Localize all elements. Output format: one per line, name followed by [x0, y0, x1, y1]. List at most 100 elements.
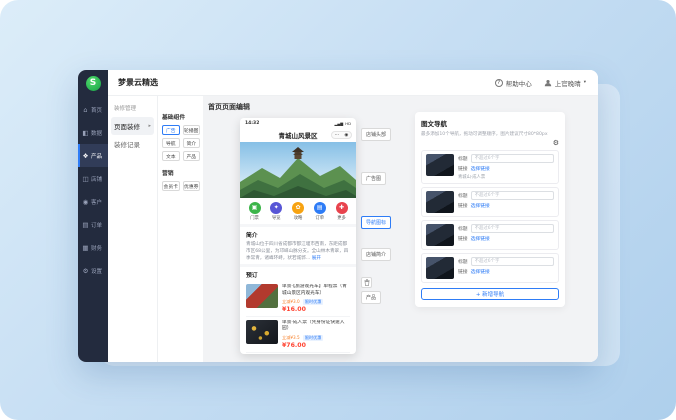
gear-icon: ⚙ — [82, 267, 89, 275]
handle-products[interactable]: 产品 — [361, 291, 381, 304]
intro-section: 简介 青城山位于四川省成都市都江堰市西南，东距成都市区68公里，为邛崃山脉分支。… — [240, 224, 356, 264]
component-button-ad[interactable]: 广告 — [162, 125, 180, 135]
status-time: 14:32 — [245, 121, 259, 126]
nav-item-editor-card: 标题 链接 选择链接 — [421, 253, 559, 283]
sidebar-item-label: 首页 — [91, 106, 102, 114]
delete-section-button[interactable] — [361, 277, 372, 288]
product-price: ¥76.00 — [282, 342, 350, 349]
handle-shop-intro[interactable]: 店铺简介 — [361, 248, 391, 261]
order-icon: ▤ — [82, 221, 89, 229]
component-button-intro[interactable]: 简介 — [183, 138, 201, 148]
nav-title-input[interactable] — [471, 257, 554, 266]
compass-icon: ✦ — [270, 202, 282, 214]
nav-editor-heading: 图文导航 — [421, 118, 559, 128]
sidebar-item-home[interactable]: ⌂ 首页 — [78, 98, 108, 121]
booking-heading: 预订 — [246, 270, 350, 279]
ticket-icon: ▣ — [249, 202, 261, 214]
component-button-text[interactable]: 文本 — [162, 151, 180, 161]
product-title: 单景·成人票（凭身份证快速入园） — [282, 320, 350, 333]
handle-nav-icons[interactable]: 导航图标 — [361, 216, 391, 229]
product-card[interactable]: 单景·【旅游观光车】单程票（青城山景区内观光车） 立减¥3.0 限时优惠 ¥16… — [246, 281, 350, 317]
sidebar-item-label: 设置 — [91, 267, 102, 275]
mountain-illustration — [240, 142, 356, 198]
user-menu[interactable]: 上官晚晴 ▾ — [544, 78, 586, 88]
intro-heading: 简介 — [246, 230, 350, 239]
nav-title-input[interactable] — [471, 154, 554, 163]
nav-item-label: 攻略 — [294, 215, 303, 221]
chevron-down-icon: ▾ — [584, 80, 586, 85]
nav-item-guide[interactable]: ✦ 导览 — [268, 202, 285, 221]
chart-icon: ◧ — [82, 129, 89, 137]
component-button-coupon[interactable]: 优惠券 — [183, 181, 201, 191]
nav-editor-description: 最多添加10个导航，拖动可调整顺序，图片建议尺寸80*80px — [421, 131, 559, 137]
title-label: 标题 — [458, 192, 468, 199]
component-button-product[interactable]: 产品 — [183, 151, 201, 161]
discount-tag: 立减¥3.5 — [282, 335, 300, 341]
sidebar-item-label: 数据 — [91, 129, 102, 137]
sidebar-item-data[interactable]: ◧ 数据 — [78, 121, 108, 144]
hero-banner-image[interactable] — [240, 142, 356, 198]
component-button-membercard[interactable]: 会员卡 — [162, 181, 180, 191]
nav-title-input[interactable] — [471, 191, 554, 200]
sidebar-item-shop[interactable]: ◫ 店铺 — [78, 167, 108, 190]
page-title: 首页页面编辑 — [208, 102, 250, 112]
nav-item-thumbnail[interactable] — [426, 154, 454, 176]
nav-item-label: 订单 — [315, 215, 324, 221]
order-list-icon: ▤ — [314, 202, 326, 214]
product-title: 单景·【旅游观光车】单程票（青城山景区内观光车） — [282, 284, 350, 297]
basic-components-heading: 基础组件 — [162, 112, 200, 121]
component-button-nav[interactable]: 导航 — [162, 138, 180, 148]
submenu-item-label: 页面装修 — [114, 121, 140, 131]
nav-item-more[interactable]: ✚ 更多 — [333, 202, 350, 221]
phone-navbar: 青城山风景区 ⋯ ◉ — [240, 128, 356, 142]
nav-item-orders[interactable]: ▤ 订单 — [311, 202, 328, 221]
title-label: 标题 — [458, 258, 468, 265]
primary-sidebar: S ⌂ 首页 ◧ 数据 ❖ 产品 ◫ 店铺 ◉ 客户 ▤ — [78, 70, 108, 362]
product-card[interactable]: 单景·【单程索道】儿童票 — [246, 353, 350, 354]
handle-ad-image[interactable]: 广告图 — [361, 172, 386, 185]
choose-link-button[interactable]: 选择链接 — [471, 235, 490, 242]
sidebar-item-products[interactable]: ❖ 产品 — [78, 144, 108, 167]
product-icon: ❖ — [82, 152, 89, 160]
promo-tag: 限时优惠 — [303, 299, 324, 305]
title-label: 标题 — [458, 225, 468, 232]
link-label: 链接 — [458, 235, 468, 242]
product-thumbnail — [246, 284, 278, 308]
sidebar-item-orders[interactable]: ▤ 订单 — [78, 213, 108, 236]
shop-icon: ◫ — [82, 175, 89, 183]
user-icon — [544, 79, 552, 87]
nav-item-thumbnail[interactable] — [426, 257, 454, 279]
window-topbar: 梦景云精选 ? 帮助中心 上官晚晴 ▾ — [108, 70, 598, 96]
booking-section: 预订 单景·【旅游观光车】单程票（青城山景区内观光车） 立减¥3.0 限时优惠 — [240, 264, 356, 354]
nav-item-thumbnail[interactable] — [426, 224, 454, 246]
expand-link[interactable]: 展开 — [312, 256, 321, 261]
component-button-carousel[interactable]: 轮播图 — [183, 125, 201, 135]
submenu-item-page-decorate[interactable]: 页面装修 ▸ — [111, 117, 154, 135]
app-title: 梦景云精选 — [118, 77, 158, 88]
nav-item-thumbnail[interactable] — [426, 191, 454, 213]
sidebar-item-label: 订单 — [91, 221, 102, 229]
help-center-link[interactable]: ? 帮助中心 — [495, 78, 532, 88]
link-label: 链接 — [458, 268, 468, 275]
nav-settings-gear-icon[interactable]: ⚙ — [421, 139, 559, 147]
sidebar-item-label: 财务 — [91, 244, 102, 252]
submenu-item-decorate-record[interactable]: 装修记录 — [108, 135, 157, 153]
sidebar-item-settings[interactable]: ⚙ 设置 — [78, 259, 108, 282]
choose-link-button[interactable]: 选择链接 — [471, 268, 490, 275]
nav-item-tickets[interactable]: ▣ 门票 — [246, 202, 263, 221]
add-nav-button[interactable]: + 新增导航 — [421, 288, 559, 300]
nav-item-strategy[interactable]: ✿ 攻略 — [290, 202, 307, 221]
choose-link-button[interactable]: 选择链接 — [471, 202, 490, 209]
choose-link-button[interactable]: 选择链接 — [471, 165, 490, 172]
finance-icon: ▦ — [82, 244, 89, 252]
secondary-sidebar: 装修管理 页面装修 ▸ 装修记录 — [108, 96, 158, 362]
shop-title: 青城山风景区 — [279, 130, 318, 140]
handle-shop-header[interactable]: 店铺头部 — [361, 128, 391, 141]
sidebar-item-finance[interactable]: ▦ 财务 — [78, 236, 108, 259]
nav-title-input[interactable] — [471, 224, 554, 233]
nav-item-editor-card: 标题 链接 选择链接 青城山·成人票 — [421, 150, 559, 184]
customer-icon: ◉ — [82, 198, 89, 206]
sidebar-item-customers[interactable]: ◉ 客户 — [78, 190, 108, 213]
miniprogram-capsule[interactable]: ⋯ ◉ — [331, 131, 352, 139]
product-card[interactable]: 单景·成人票（凭身份证快速入园） 立减¥3.5 限时优惠 ¥76.00 — [246, 317, 350, 353]
